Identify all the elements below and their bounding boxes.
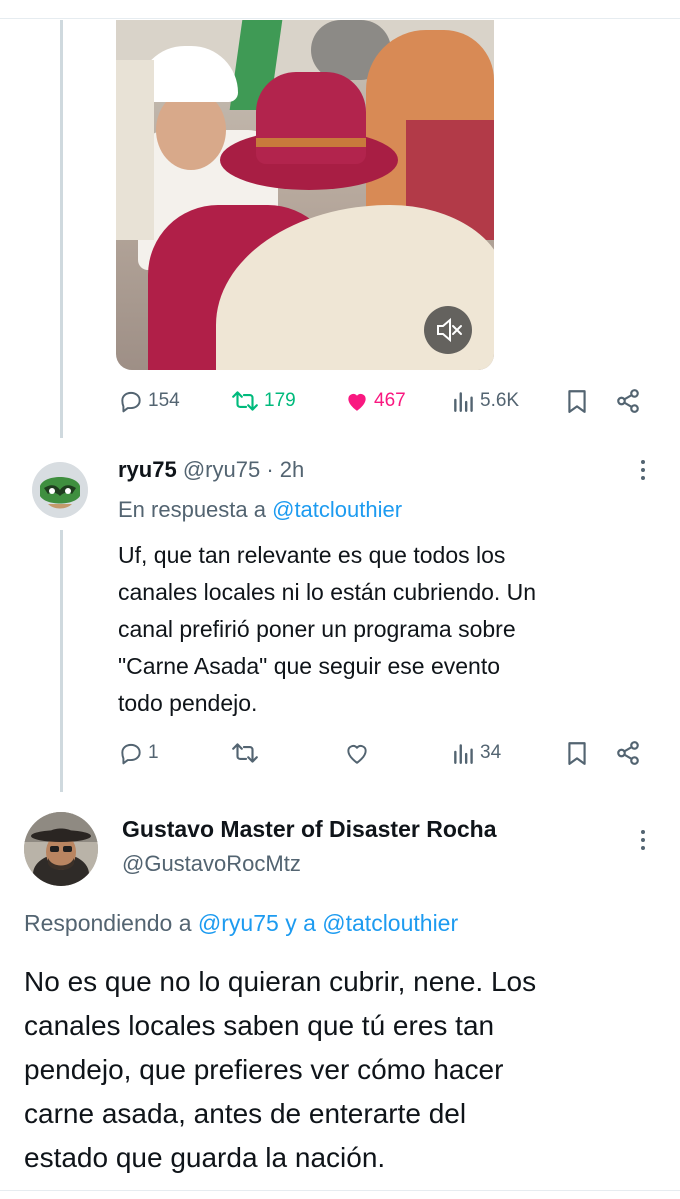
avatar-icon [32, 462, 88, 518]
reply-icon [121, 391, 141, 413]
bookmark-icon [568, 742, 586, 765]
more-icon [640, 830, 646, 850]
reply-icon [121, 743, 141, 765]
user-handle[interactable]: @ryu75 [183, 457, 260, 482]
like-button[interactable] [344, 740, 370, 766]
bookmark-button[interactable] [565, 740, 589, 766]
replying-to: Respondiendo a @ryu75 y a @tatclouthier [24, 910, 458, 937]
more-button[interactable] [640, 830, 646, 854]
reply1-header: ryu75 @ryu75 · 2h [118, 457, 304, 483]
video-person [116, 60, 154, 240]
views-count: 5.6K [480, 390, 520, 411]
thread-line [60, 20, 63, 438]
share-button[interactable] [614, 388, 642, 414]
tweet-video[interactable] [116, 20, 494, 370]
avatar[interactable] [24, 812, 98, 886]
like-icon [347, 745, 367, 764]
user-handle[interactable]: @GustavoRocMtz [122, 851, 301, 876]
display-name[interactable]: ryu75 [118, 457, 177, 482]
share-icon [617, 389, 639, 413]
handle-row: @GustavoRocMtz [122, 851, 301, 877]
reply2-text: No es que no lo quieran cubrir, nene. Lo… [24, 966, 537, 1173]
views-icon [454, 392, 473, 412]
bookmark-icon [568, 390, 586, 413]
separator: · [266, 457, 274, 482]
reply-count: 1 [148, 742, 159, 763]
mute-button[interactable] [424, 306, 472, 354]
in-reply-to: En respuesta a @tatclouthier [118, 497, 402, 523]
mention-link[interactable]: @ryu75 [198, 910, 279, 936]
bottom-divider [0, 1190, 680, 1191]
replying-joiner: y a [285, 910, 316, 936]
video-person [156, 90, 226, 170]
retweet-icon [232, 391, 258, 411]
share-button[interactable] [614, 740, 642, 766]
mention-link[interactable]: @tatclouthier [272, 497, 402, 522]
like-icon [348, 393, 366, 411]
display-name-row: Gustavo Master of Disaster Rocha [122, 816, 497, 843]
reply-button[interactable]: 1 [118, 740, 159, 766]
views-count: 34 [480, 742, 502, 763]
bookmark-button[interactable] [565, 388, 589, 414]
retweet-count: 179 [264, 390, 296, 411]
reply-button[interactable]: 154 [118, 388, 180, 414]
timestamp[interactable]: 2h [280, 457, 304, 482]
more-icon [640, 460, 646, 480]
share-icon [617, 741, 639, 765]
like-count: 467 [374, 390, 406, 411]
top-divider [0, 18, 680, 19]
views-button[interactable]: 34 [452, 740, 501, 766]
more-button[interactable] [640, 460, 646, 484]
avatar-icon [24, 812, 98, 886]
avatar[interactable] [32, 462, 88, 518]
video-hat [256, 72, 366, 164]
replying-label: Respondiendo a [24, 910, 192, 936]
display-name[interactable]: Gustavo Master of Disaster Rocha [122, 816, 497, 842]
like-button[interactable]: 467 [344, 388, 406, 414]
reply-count: 154 [148, 390, 180, 411]
views-button[interactable]: 5.6K [452, 388, 519, 414]
reply1-actions: 1 34 [0, 740, 680, 774]
reply1-text: Uf, que tan relevante es que todos los c… [118, 542, 537, 716]
retweet-button[interactable]: 179 [230, 388, 296, 414]
retweet-button[interactable] [230, 740, 260, 766]
views-icon [454, 744, 473, 764]
mute-icon [437, 317, 462, 343]
video-hat-band [256, 138, 366, 147]
in-reply-label: En respuesta a [118, 497, 266, 522]
retweet-icon [232, 743, 258, 763]
tweet-actions: 154 179 467 5.6K [0, 388, 680, 422]
mention-link[interactable]: @tatclouthier [322, 910, 458, 936]
